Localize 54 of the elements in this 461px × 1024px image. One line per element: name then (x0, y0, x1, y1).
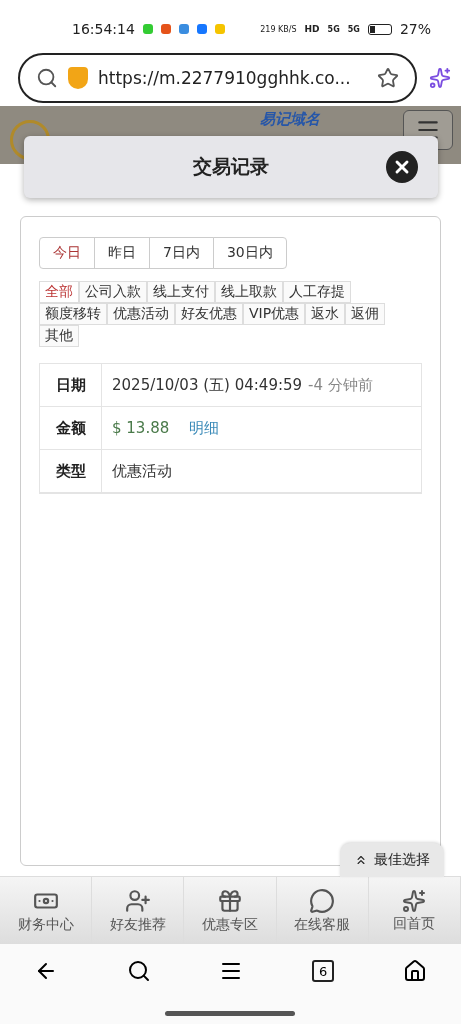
shield-icon (68, 67, 88, 89)
add-user-icon (124, 887, 151, 914)
period-tab[interactable]: 今日 (39, 237, 95, 269)
signal-label: 5G (347, 24, 360, 34)
signal-label: 5G (327, 24, 340, 34)
battery-percent: 27% (399, 21, 431, 37)
app-icon (142, 24, 153, 34)
address-bar[interactable]: https://m.2277910gghhk.co... (18, 53, 417, 103)
search-icon (36, 67, 58, 89)
type-filter[interactable]: 人工存提 (283, 281, 351, 303)
gift-icon (217, 887, 243, 914)
url-text: https://m.2277910gghhk.co... (98, 68, 351, 88)
app-icon (160, 24, 171, 34)
type-filter[interactable]: 线上取款 (215, 281, 283, 303)
type-filter[interactable]: 返佣 (345, 303, 386, 325)
type-filter[interactable]: 线上支付 (147, 281, 215, 303)
row-header: 类型 (40, 450, 102, 493)
row-header: 金额 (40, 407, 102, 450)
battery-icon (367, 23, 392, 35)
period-tab[interactable]: 7日内 (149, 237, 214, 269)
period-tab[interactable]: 30日内 (212, 237, 287, 269)
ai-icon[interactable] (429, 67, 451, 89)
date-cell: 2025/10/03 (五) 04:49:59 -4 分钟前 (102, 364, 421, 407)
type-filter[interactable]: 额度移转 (39, 303, 107, 325)
close-button[interactable] (386, 151, 418, 183)
network-speed: 219 KB/S (260, 24, 297, 34)
best-choice-button[interactable]: 最佳选择 (340, 843, 444, 877)
type-cell: 优惠活动 (102, 450, 421, 493)
time-ago: -4 分钟前 (308, 375, 373, 395)
type-filter[interactable]: 优惠活动 (107, 303, 175, 325)
modal-title: 交易记录 (193, 154, 269, 179)
slogan: 易记域名 (260, 110, 320, 129)
home-icon[interactable] (402, 959, 427, 983)
row-header: 日期 (40, 364, 102, 407)
type-filter[interactable]: 返水 (305, 303, 346, 325)
app-icon (196, 24, 207, 34)
stars-icon (402, 888, 427, 913)
detail-link[interactable]: 明细 (189, 418, 220, 438)
amount: $ 13.88 (112, 419, 170, 437)
search-icon[interactable] (126, 959, 151, 983)
clock: 16:54:14 (72, 21, 135, 37)
tab-count-button[interactable]: 6 (312, 960, 335, 982)
chat-icon (309, 887, 336, 914)
app-icon (214, 24, 225, 34)
type-filter[interactable]: 其他 (39, 325, 79, 347)
period-tab[interactable]: 昨日 (94, 237, 150, 269)
chevrons-up-icon (354, 853, 368, 867)
type-filter[interactable]: 公司入款 (79, 281, 147, 303)
type-filter[interactable]: 全部 (39, 281, 79, 303)
app-icon (178, 24, 189, 34)
type-filter[interactable]: 好友优惠 (175, 303, 243, 325)
hd-label: HD (304, 24, 320, 34)
star-icon[interactable] (377, 67, 399, 89)
type-filter[interactable]: VIP优惠 (243, 303, 306, 325)
